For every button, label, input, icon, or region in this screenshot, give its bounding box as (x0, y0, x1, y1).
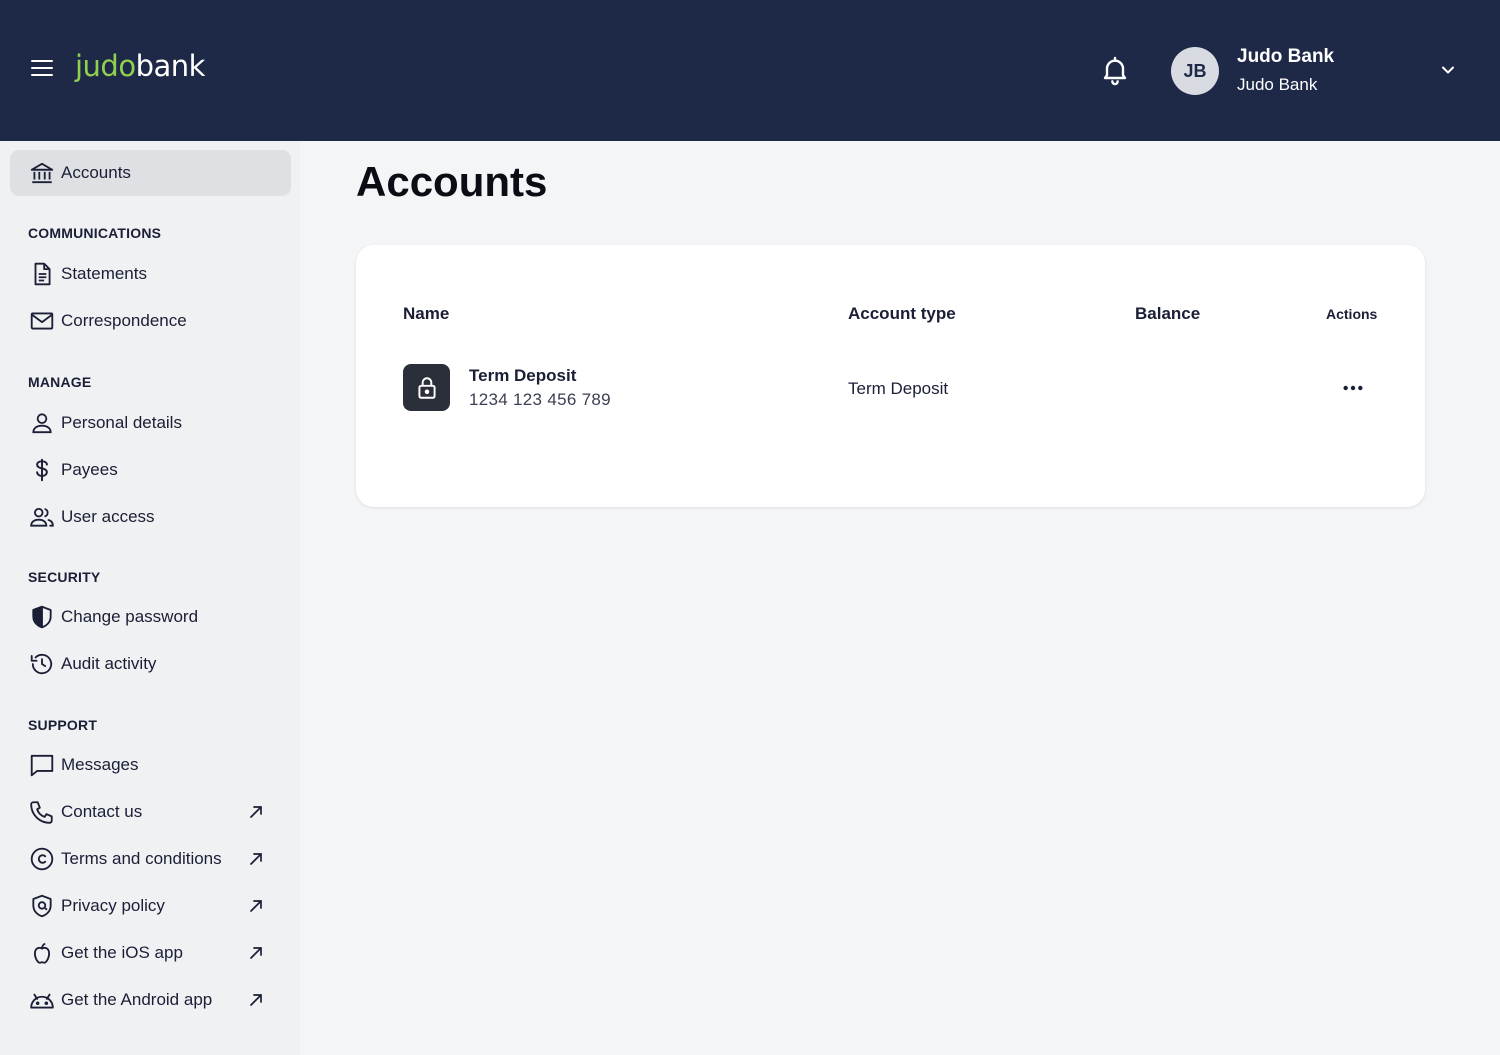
section-title-communications: COMMUNICATIONS (28, 225, 162, 241)
sidebar-item-label: Payees (61, 460, 118, 479)
sidebar-item-label: Privacy policy (61, 896, 165, 915)
account-type: Term Deposit (848, 379, 949, 398)
sidebar-item-privacy-policy[interactable]: Privacy policy (10, 883, 291, 929)
sidebar-item-android-app[interactable]: Get the Android app (10, 977, 291, 1023)
user-organization: Judo Bank (1237, 75, 1318, 94)
sidebar-item-terms-and-conditions[interactable]: Terms and conditions (10, 836, 291, 882)
sidebar-item-statements[interactable]: Statements (10, 251, 291, 297)
column-header-actions: Actions (1326, 306, 1378, 322)
sidebar-item-label: Terms and conditions (61, 849, 222, 868)
sidebar-item-personal-details[interactable]: Personal details (10, 400, 291, 446)
person-icon (28, 409, 56, 437)
sidebar-item-messages[interactable]: Messages (10, 742, 291, 788)
sidebar-item-label: Contact us (61, 802, 143, 821)
chevron-down-icon[interactable] (1438, 60, 1458, 80)
column-header-account-type: Account type (848, 304, 956, 323)
sidebar-item-label: Get the Android app (61, 990, 213, 1009)
page-title: Accounts (356, 158, 548, 205)
top-bar: judobank JB Judo Bank Judo Bank (0, 0, 1500, 141)
external-link-icon (247, 991, 265, 1009)
menu-icon[interactable] (31, 60, 53, 76)
sidebar: Accounts COMMUNICATIONS Statements Corre… (0, 141, 300, 1055)
external-link-icon (247, 897, 265, 915)
sidebar-item-label: User access (61, 507, 155, 526)
section-title-security: SECURITY (28, 569, 101, 585)
account-number: 1234 123 456 789 (469, 390, 611, 409)
copyright-icon (28, 845, 56, 873)
sidebar-item-label: Audit activity (61, 654, 157, 673)
history-icon (28, 650, 56, 678)
sidebar-item-change-password[interactable]: Change password (10, 594, 291, 640)
privacy-shield-icon (28, 892, 56, 920)
sidebar-item-user-access[interactable]: User access (10, 494, 291, 540)
user-name: Judo Bank (1237, 46, 1335, 67)
logo[interactable]: judobank (75, 49, 205, 83)
sidebar-item-label: Accounts (61, 163, 131, 182)
sidebar-item-label: Personal details (61, 413, 182, 432)
section-title-manage: MANAGE (28, 374, 92, 390)
phone-icon (28, 798, 56, 826)
bank-icon (28, 159, 56, 187)
avatar[interactable]: JB (1171, 47, 1219, 95)
message-icon (28, 751, 56, 779)
sidebar-item-audit-activity[interactable]: Audit activity (10, 641, 291, 687)
dollar-icon (28, 456, 56, 484)
document-icon (28, 260, 56, 288)
column-header-balance: Balance (1135, 304, 1201, 323)
users-icon (28, 503, 56, 531)
external-link-icon (247, 944, 265, 962)
section-title-support: SUPPORT (28, 717, 98, 733)
sidebar-item-accounts[interactable]: Accounts (10, 150, 291, 196)
notification-bell-icon[interactable] (1099, 52, 1131, 88)
column-header-name: Name (403, 304, 450, 323)
more-actions-icon[interactable] (1339, 375, 1367, 401)
sidebar-item-correspondence[interactable]: Correspondence (10, 298, 291, 344)
sidebar-item-contact-us[interactable]: Contact us (10, 789, 291, 835)
shield-icon (28, 603, 56, 631)
external-link-icon (247, 850, 265, 868)
sidebar-item-label: Correspondence (61, 311, 187, 330)
apple-icon (28, 939, 56, 967)
lock-icon (403, 364, 450, 411)
sidebar-item-label: Statements (61, 264, 147, 283)
sidebar-item-label: Change password (61, 607, 199, 626)
accounts-table-card: Name Account type Balance Actions Term D… (356, 245, 1425, 507)
sidebar-item-payees[interactable]: Payees (10, 447, 291, 493)
sidebar-item-ios-app[interactable]: Get the iOS app (10, 930, 291, 976)
sidebar-item-label: Get the iOS app (61, 943, 183, 962)
envelope-icon (28, 307, 56, 335)
external-link-icon (247, 803, 265, 821)
android-icon (28, 986, 56, 1014)
sidebar-item-label: Messages (61, 755, 139, 774)
account-name[interactable]: Term Deposit (469, 366, 576, 386)
